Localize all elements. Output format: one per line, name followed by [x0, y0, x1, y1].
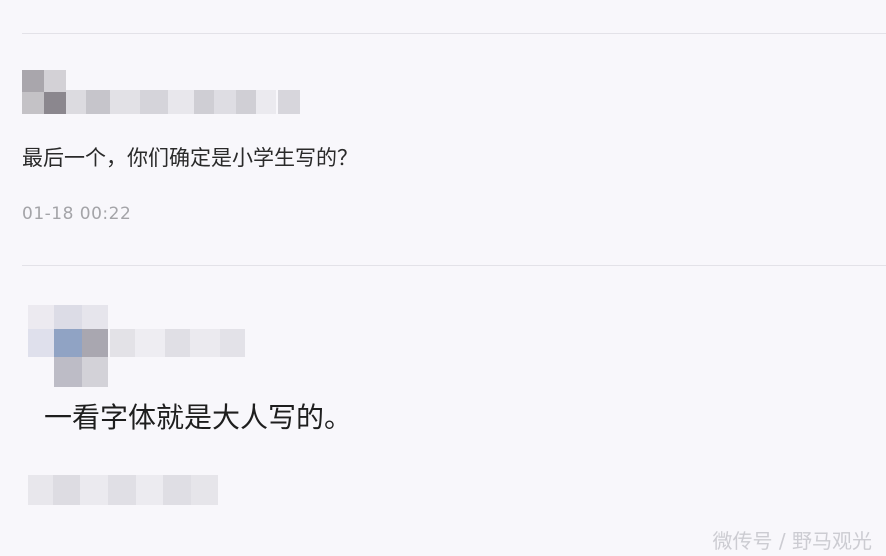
- avatar[interactable]: [22, 70, 66, 114]
- avatar[interactable]: [28, 305, 112, 387]
- username-blurred[interactable]: [110, 329, 245, 357]
- comment-text: 一看字体就是大人写的。: [44, 401, 353, 434]
- timestamp-blurred: [28, 475, 218, 505]
- divider-top: [22, 33, 886, 34]
- comment-text: 最后一个，你们确定是小学生写的？: [22, 146, 358, 170]
- comment-timestamp: 01-18 00:22: [22, 204, 132, 224]
- watermark: 微传号 / 野马观光: [712, 529, 872, 553]
- username-blurred[interactable]: [66, 90, 301, 114]
- divider-middle: [22, 265, 886, 266]
